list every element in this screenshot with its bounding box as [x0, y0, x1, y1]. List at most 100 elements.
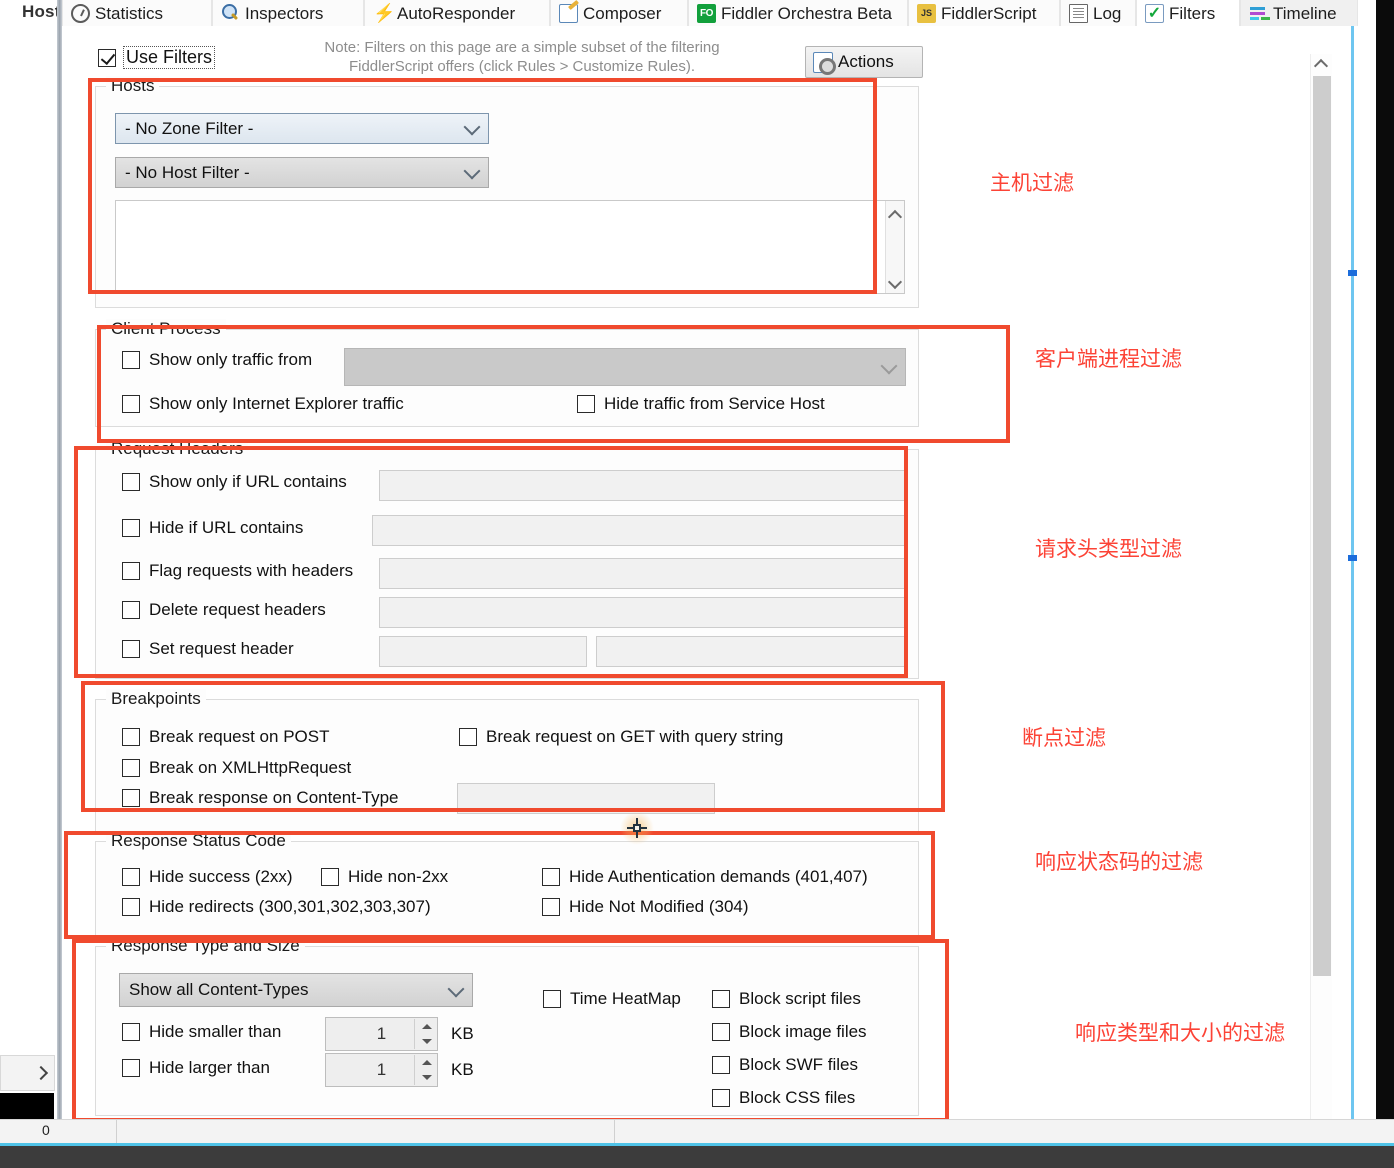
break-xhr-checkbox[interactable]	[122, 759, 140, 777]
content-types-combo[interactable]: Show all Content-Types	[119, 973, 473, 1007]
hide-not-modified-checkbox[interactable]	[542, 898, 560, 916]
block-image-files-row[interactable]: Block image files	[712, 1022, 867, 1042]
set-request-header-value-input[interactable]	[596, 636, 907, 667]
tab-fiddler-orchestra[interactable]: FO Fiddler Orchestra Beta	[688, 0, 908, 26]
delete-request-headers-checkbox[interactable]	[122, 601, 140, 619]
block-swf-files-checkbox[interactable]	[712, 1056, 730, 1074]
stepper-up-icon[interactable]	[415, 1055, 436, 1070]
hide-larger-than-stepper[interactable]: 1	[325, 1053, 438, 1087]
tab-inspectors[interactable]: Inspectors	[212, 0, 364, 26]
break-response-content-type-input[interactable]	[457, 783, 715, 814]
tab-composer[interactable]: Composer	[550, 0, 688, 26]
host-filter-value: - No Host Filter -	[125, 162, 250, 182]
tab-filters-label: Filters	[1169, 3, 1216, 23]
scroll-down-icon[interactable]	[890, 278, 901, 285]
hide-not-modified-row[interactable]: Hide Not Modified (304)	[542, 897, 749, 917]
hide-url-contains-input[interactable]	[372, 515, 907, 546]
hide-larger-than-checkbox[interactable]	[122, 1059, 140, 1077]
hide-service-host-checkbox[interactable]	[577, 395, 595, 413]
tab-statistics-label: Statistics	[95, 3, 164, 23]
hide-success-checkbox[interactable]	[122, 868, 140, 886]
hide-smaller-than-checkbox[interactable]	[122, 1023, 140, 1041]
block-script-files-row[interactable]: Block script files	[712, 989, 861, 1009]
block-css-files-checkbox[interactable]	[712, 1089, 730, 1107]
use-filters-checkbox[interactable]: Use Filters	[98, 46, 216, 69]
show-only-ie-traffic-row[interactable]: Show only Internet Explorer traffic	[122, 394, 404, 414]
chevron-down-icon	[880, 357, 898, 375]
tab-filters[interactable]: ✓ Filters	[1136, 0, 1240, 26]
hide-redirects-checkbox[interactable]	[122, 898, 140, 916]
filters-pane: Use Filters Note: Filters on this page a…	[62, 26, 1352, 1158]
expand-panel-button[interactable]	[0, 1055, 55, 1091]
hide-larger-than-value: 1	[376, 1060, 387, 1079]
actions-gear-icon	[813, 51, 836, 75]
stepper-down-icon[interactable]	[415, 1070, 436, 1085]
hide-url-contains-row[interactable]: Hide if URL contains	[122, 518, 303, 538]
set-request-header-name-input[interactable]	[379, 636, 587, 667]
time-heatmap-checkbox[interactable]	[543, 990, 561, 1008]
show-only-traffic-from-row[interactable]: Show only traffic from	[122, 350, 312, 370]
hide-non-2xx-checkbox[interactable]	[321, 868, 339, 886]
break-request-get-query-checkbox[interactable]	[459, 728, 477, 746]
zone-filter-combo[interactable]: - No Zone Filter -	[115, 113, 489, 144]
show-only-ie-traffic-checkbox[interactable]	[122, 395, 140, 413]
hide-redirects-row[interactable]: Hide redirects (300,301,302,303,307)	[122, 897, 431, 917]
use-filters-checkbox-box[interactable]	[98, 48, 116, 67]
tab-statistics[interactable]: Statistics	[62, 0, 212, 26]
block-script-files-checkbox[interactable]	[712, 990, 730, 1008]
tab-log[interactable]: Log	[1060, 0, 1136, 26]
stepper-arrows[interactable]	[414, 1019, 436, 1049]
break-request-post-row[interactable]: Break request on POST	[122, 727, 329, 747]
hide-smaller-than-row[interactable]: Hide smaller than	[122, 1022, 281, 1042]
hide-service-host-row[interactable]: Hide traffic from Service Host	[577, 394, 825, 414]
hide-auth-demands-checkbox[interactable]	[542, 868, 560, 886]
host-list-textarea[interactable]	[115, 200, 905, 294]
set-request-header-checkbox[interactable]	[122, 640, 140, 658]
show-only-traffic-from-checkbox[interactable]	[122, 351, 140, 369]
break-request-post-checkbox[interactable]	[122, 728, 140, 746]
selection-handle-middle[interactable]	[1348, 555, 1357, 561]
break-response-content-type-checkbox[interactable]	[122, 789, 140, 807]
hide-success-row[interactable]: Hide success (2xx)	[122, 867, 293, 887]
stepper-arrows[interactable]	[414, 1055, 436, 1085]
hide-smaller-than-label: Hide smaller than	[149, 1022, 282, 1041]
response-type-size-group-title: Response Type and Size	[106, 936, 305, 956]
show-only-url-contains-checkbox[interactable]	[122, 473, 140, 491]
break-xhr-row[interactable]: Break on XMLHttpRequest	[122, 758, 351, 778]
stepper-down-icon[interactable]	[415, 1034, 436, 1049]
actions-button[interactable]: Actions	[805, 46, 923, 78]
status-count: 0	[42, 1122, 50, 1138]
break-response-content-type-row[interactable]: Break response on Content-Type	[122, 788, 398, 808]
hide-auth-demands-row[interactable]: Hide Authentication demands (401,407)	[542, 867, 868, 887]
scrollbar-thumb[interactable]	[1313, 76, 1331, 976]
selection-handle-top[interactable]	[1348, 270, 1357, 276]
block-image-files-checkbox[interactable]	[712, 1023, 730, 1041]
scroll-up-icon[interactable]	[890, 209, 901, 216]
hide-smaller-than-stepper[interactable]: 1	[325, 1017, 438, 1051]
time-heatmap-row[interactable]: Time HeatMap	[543, 989, 681, 1009]
tab-fiddlerscript[interactable]: JS FiddlerScript	[908, 0, 1060, 26]
scroll-up-icon[interactable]	[1316, 58, 1328, 70]
flag-requests-with-headers-input[interactable]	[379, 558, 907, 589]
tab-autoresponder[interactable]: ⚡ AutoResponder	[364, 0, 550, 26]
flag-requests-with-headers-checkbox[interactable]	[122, 562, 140, 580]
delete-request-headers-input[interactable]	[379, 597, 907, 628]
filters-pane-scrollbar[interactable]	[1310, 54, 1332, 1158]
stepper-up-icon[interactable]	[415, 1019, 436, 1034]
block-css-files-row[interactable]: Block CSS files	[712, 1088, 855, 1108]
flag-requests-with-headers-row[interactable]: Flag requests with headers	[122, 561, 353, 581]
hide-non-2xx-row[interactable]: Hide non-2xx	[321, 867, 448, 887]
set-request-header-row[interactable]: Set request header	[122, 639, 294, 659]
show-only-url-contains-input[interactable]	[379, 470, 907, 501]
client-process-combo[interactable]	[344, 348, 906, 386]
client-process-group: Client Process Show only traffic from Sh…	[95, 319, 919, 427]
block-swf-files-row[interactable]: Block SWF files	[712, 1055, 858, 1075]
break-request-get-query-row[interactable]: Break request on GET with query string	[459, 727, 783, 747]
hide-larger-than-row[interactable]: Hide larger than	[122, 1058, 270, 1078]
tab-timeline[interactable]: Timeline	[1240, 0, 1358, 26]
hide-url-contains-checkbox[interactable]	[122, 519, 140, 537]
host-filter-combo[interactable]: - No Host Filter -	[115, 157, 489, 188]
host-list-scrollbar[interactable]	[885, 201, 904, 293]
delete-request-headers-row[interactable]: Delete request headers	[122, 600, 326, 620]
show-only-url-contains-row[interactable]: Show only if URL contains	[122, 472, 347, 492]
